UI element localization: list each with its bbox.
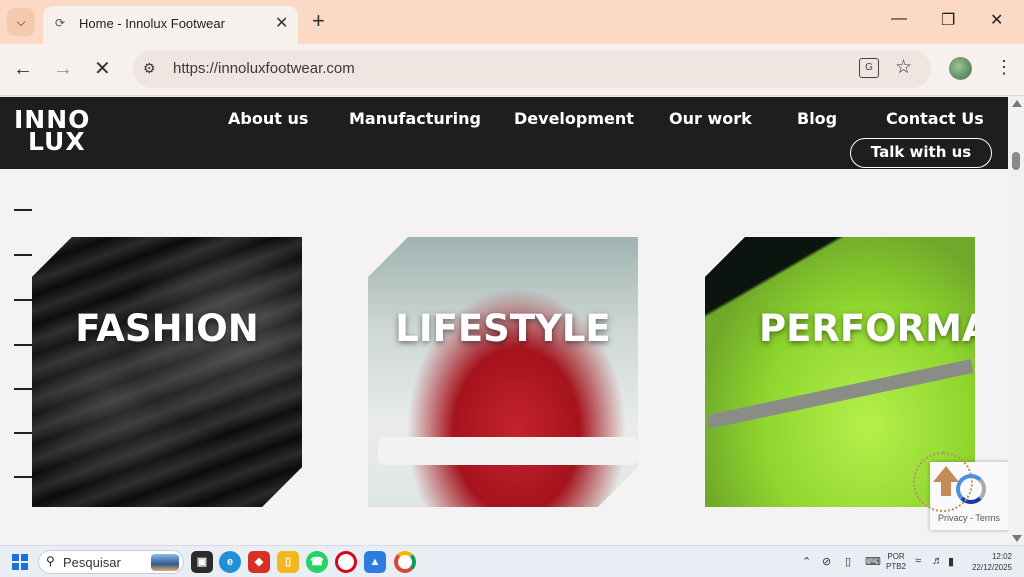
decorative-dash — [14, 432, 32, 434]
chrome-icon[interactable] — [394, 551, 416, 573]
address-bar[interactable]: ⚙ https://innoluxfootwear.com G ☆ — [133, 50, 931, 88]
scroll-to-top-button[interactable] — [913, 452, 973, 512]
whatsapp-icon[interactable]: ☎ — [306, 551, 328, 573]
clock-time: 12:02 — [991, 552, 1012, 561]
search-placeholder: Pesquisar — [63, 555, 121, 570]
profile-avatar[interactable] — [949, 57, 972, 80]
nav-contact-us[interactable]: Contact Us — [886, 109, 984, 128]
keyboard-icon[interactable]: ⌨ — [865, 555, 881, 568]
opera-icon[interactable] — [335, 551, 357, 573]
minimize-icon[interactable]: — — [891, 10, 907, 28]
logo-line-2: LUX — [28, 127, 86, 156]
restore-icon[interactable]: ❐ — [941, 10, 955, 30]
decorative-dash — [14, 254, 32, 256]
url-text[interactable]: https://innoluxfootwear.com — [173, 60, 355, 77]
language-code: POR — [887, 552, 905, 561]
arrow-stem — [941, 481, 951, 496]
tab-strip: ⌵ ⟳ Home - Innolux Footwear ✕ + — ❐ ✕ — [0, 0, 1024, 44]
usb-icon[interactable]: ▯ — [845, 555, 851, 568]
clock-date: 22/12/2025 — [971, 563, 1012, 572]
innolux-logo[interactable]: INNO LUX — [14, 107, 98, 159]
decorative-dash — [14, 299, 32, 301]
site-header: INNO LUX About us Manufacturing Developm… — [0, 97, 1008, 169]
nav-about-us[interactable]: About us — [228, 109, 308, 128]
arrow-up-icon — [933, 466, 959, 482]
new-tab-button[interactable]: + — [312, 9, 325, 33]
bookmark-star-icon[interactable]: ☆ — [895, 56, 912, 79]
card-title: PERFORMANCE — [759, 307, 975, 350]
language-indicator[interactable]: POR PTB2 — [886, 552, 906, 572]
stop-loading-icon[interactable]: ✕ — [94, 58, 111, 80]
shoe-sole — [378, 437, 638, 465]
recaptcha-text[interactable]: Privacy - Terms — [938, 513, 1000, 523]
lifestyle-image — [368, 237, 638, 507]
card-title: FASHION — [75, 307, 259, 350]
windows-start-icon[interactable] — [12, 554, 28, 570]
search-icon: ⚲ — [46, 554, 55, 568]
wifi-icon[interactable]: ≈ — [915, 555, 921, 567]
battery-icon[interactable]: ▮ — [948, 555, 954, 568]
tab-search-button[interactable]: ⌵ — [7, 8, 35, 36]
decorative-dash — [14, 476, 32, 478]
windows-taskbar: ⚲ Pesquisar ▣ e ◆ ▯ ☎ ▲ ⌃ ⊘ ▯ ⌨ POR PTB2… — [0, 545, 1024, 577]
window-close-icon[interactable]: ✕ — [990, 10, 1003, 30]
search-highlight-image — [151, 554, 179, 571]
taskbar-search[interactable]: ⚲ Pesquisar — [38, 550, 184, 574]
volume-icon[interactable]: ♬ — [932, 555, 943, 567]
chevron-down-icon: ⌵ — [16, 14, 26, 29]
menu-dots-icon[interactable]: ⋮ — [995, 56, 1013, 78]
back-arrow-icon[interactable]: ← — [13, 58, 33, 80]
browser-toolbar: ← → ✕ ⚙ https://innoluxfootwear.com G ☆ … — [0, 44, 1024, 96]
nav-our-work[interactable]: Our work — [669, 109, 752, 128]
scroll-down-icon[interactable] — [1012, 535, 1022, 542]
decorative-dash — [14, 344, 32, 346]
file-explorer-icon[interactable]: ▯ — [277, 551, 299, 573]
chevron-up-icon[interactable]: ⌃ — [802, 555, 811, 568]
decorative-dash — [14, 209, 32, 211]
nav-development[interactable]: Development — [514, 109, 634, 128]
page-viewport: FASHION LIFESTYLE PERFORMANCE Privacy - … — [0, 97, 1008, 545]
close-icon[interactable]: ✕ — [275, 13, 288, 33]
talk-with-us-button[interactable]: Talk with us — [850, 138, 992, 168]
nav-manufacturing[interactable]: Manufacturing — [349, 109, 481, 128]
page-scrollbar[interactable] — [1008, 97, 1024, 545]
loading-favicon-icon: ⟳ — [55, 16, 66, 30]
card-title: LIFESTYLE — [395, 307, 611, 350]
task-view-icon[interactable]: ▣ — [191, 551, 213, 573]
translate-icon[interactable]: G — [859, 58, 879, 78]
decorative-dash — [14, 388, 32, 390]
tab-title: Home - Innolux Footwear — [79, 16, 225, 31]
forward-arrow-icon[interactable]: → — [53, 58, 73, 80]
card-lifestyle[interactable]: LIFESTYLE — [368, 237, 638, 507]
fashion-image — [32, 237, 302, 507]
anydesk-icon[interactable]: ◆ — [248, 551, 270, 573]
site-info-icon[interactable]: ⚙ — [143, 60, 156, 77]
edge-icon[interactable]: e — [219, 551, 241, 573]
nav-blog[interactable]: Blog — [797, 109, 837, 128]
browser-tab[interactable]: ⟳ Home - Innolux Footwear ✕ — [43, 6, 298, 44]
taskbar-clock[interactable]: 12:02 22/12/2025 — [968, 551, 1012, 573]
app-icon[interactable]: ▲ — [364, 551, 386, 573]
card-fashion[interactable]: FASHION — [32, 237, 302, 507]
scroll-up-icon[interactable] — [1012, 100, 1022, 107]
hidden-eye-icon[interactable]: ⊘ — [822, 555, 831, 568]
keyboard-layout: PTB2 — [886, 562, 907, 571]
scrollbar-thumb[interactable] — [1012, 152, 1020, 170]
